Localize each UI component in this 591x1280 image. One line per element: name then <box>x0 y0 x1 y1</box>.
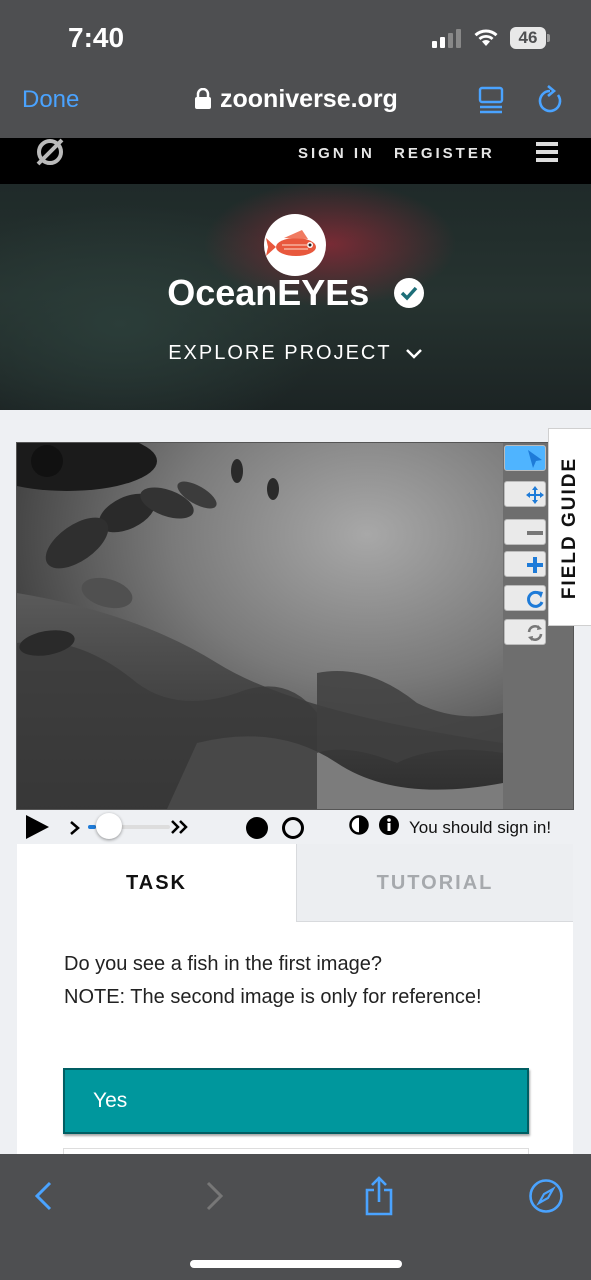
tab-task[interactable]: TASK <box>17 844 296 922</box>
zoom-out-button[interactable] <box>504 519 546 545</box>
tab-tutorial[interactable]: TUTORIAL <box>296 844 573 922</box>
media-controls: You should sign in! <box>16 810 576 844</box>
playback-slider-knob[interactable] <box>96 813 122 839</box>
chevron-down-icon <box>405 348 422 359</box>
play-icon[interactable] <box>24 814 50 840</box>
site-nav: SIGN IN REGISTER <box>0 138 591 184</box>
task-question: Do you see a fish in the first image? NO… <box>64 948 534 1014</box>
forward-icon[interactable] <box>204 1180 226 1212</box>
wifi-icon <box>474 29 498 46</box>
project-avatar[interactable] <box>264 214 326 276</box>
reload-icon[interactable] <box>536 85 564 115</box>
task-panel: TASK TUTORIAL Do you see a fish in the f… <box>17 844 573 1168</box>
underwater-photo <box>17 443 503 809</box>
minus-icon <box>527 531 543 535</box>
step-forward-icon[interactable] <box>68 820 82 836</box>
fish-avatar-icon <box>266 230 316 256</box>
answer-yes-button[interactable]: Yes <box>63 1068 529 1134</box>
nav-sign-in-link[interactable]: SIGN IN <box>298 145 375 162</box>
reset-view-button[interactable] <box>504 619 546 645</box>
zooniverse-logo-icon[interactable] <box>34 138 66 170</box>
hamburger-menu-icon[interactable] <box>536 142 558 162</box>
cellular-signal-icon <box>432 29 461 48</box>
reader-view-icon[interactable] <box>478 86 504 114</box>
status-time: 7:40 <box>68 22 125 53</box>
contrast-icon[interactable] <box>349 815 369 835</box>
url-domain[interactable]: zooniverse.org <box>220 85 398 114</box>
project-title[interactable]: OceanEYEs <box>167 272 369 314</box>
nav-register-link[interactable]: REGISTER <box>394 145 495 162</box>
pointer-icon <box>528 450 542 468</box>
back-icon[interactable] <box>32 1180 54 1212</box>
move-icon <box>526 486 544 504</box>
compass-icon[interactable] <box>528 1178 564 1214</box>
playback-slider-fill <box>88 825 97 829</box>
browser-url-bar: Done zooniverse.org <box>0 72 591 138</box>
task-question-note: NOTE: The second image is only for refer… <box>64 986 482 1008</box>
field-guide-tab[interactable]: FIELD GUIDE <box>548 428 591 626</box>
project-header: OceanEYEs EXPLORE PROJECT <box>0 184 591 410</box>
info-icon[interactable] <box>379 815 399 835</box>
lock-icon <box>195 88 211 109</box>
sign-in-message: You should sign in! <box>409 818 552 837</box>
done-button[interactable]: Done <box>22 86 79 114</box>
browser-bottom-toolbar <box>0 1154 591 1280</box>
subject-image[interactable] <box>17 443 503 809</box>
verified-badge-icon <box>393 278 424 308</box>
zoom-in-button[interactable] <box>504 551 546 577</box>
share-icon[interactable] <box>362 1176 396 1216</box>
battery-indicator: 46 <box>510 27 550 49</box>
status-bar: 7:40 46 <box>0 0 591 72</box>
task-question-line: Do you see a fish in the first image? <box>64 953 382 975</box>
battery-level: 46 <box>510 27 546 49</box>
fast-forward-icon[interactable] <box>170 819 190 835</box>
battery-cap <box>547 34 550 42</box>
home-indicator <box>190 1260 402 1268</box>
project-title-row: OceanEYEs <box>0 272 591 314</box>
explore-project-dropdown[interactable]: EXPLORE PROJECT <box>0 342 591 365</box>
field-guide-label: FIELD GUIDE <box>559 456 580 600</box>
rotate-button[interactable] <box>504 585 546 611</box>
annotate-tool-button[interactable] <box>504 445 546 471</box>
rotate-icon <box>527 590 544 608</box>
explore-project-label: EXPLORE PROJECT <box>168 342 392 364</box>
plus-icon <box>527 557 543 573</box>
pan-tool-button[interactable] <box>504 481 546 507</box>
frame-indicator-active[interactable] <box>246 817 268 839</box>
reset-icon <box>527 625 543 641</box>
frame-indicator-inactive[interactable] <box>282 817 304 839</box>
subject-viewer <box>16 442 574 810</box>
